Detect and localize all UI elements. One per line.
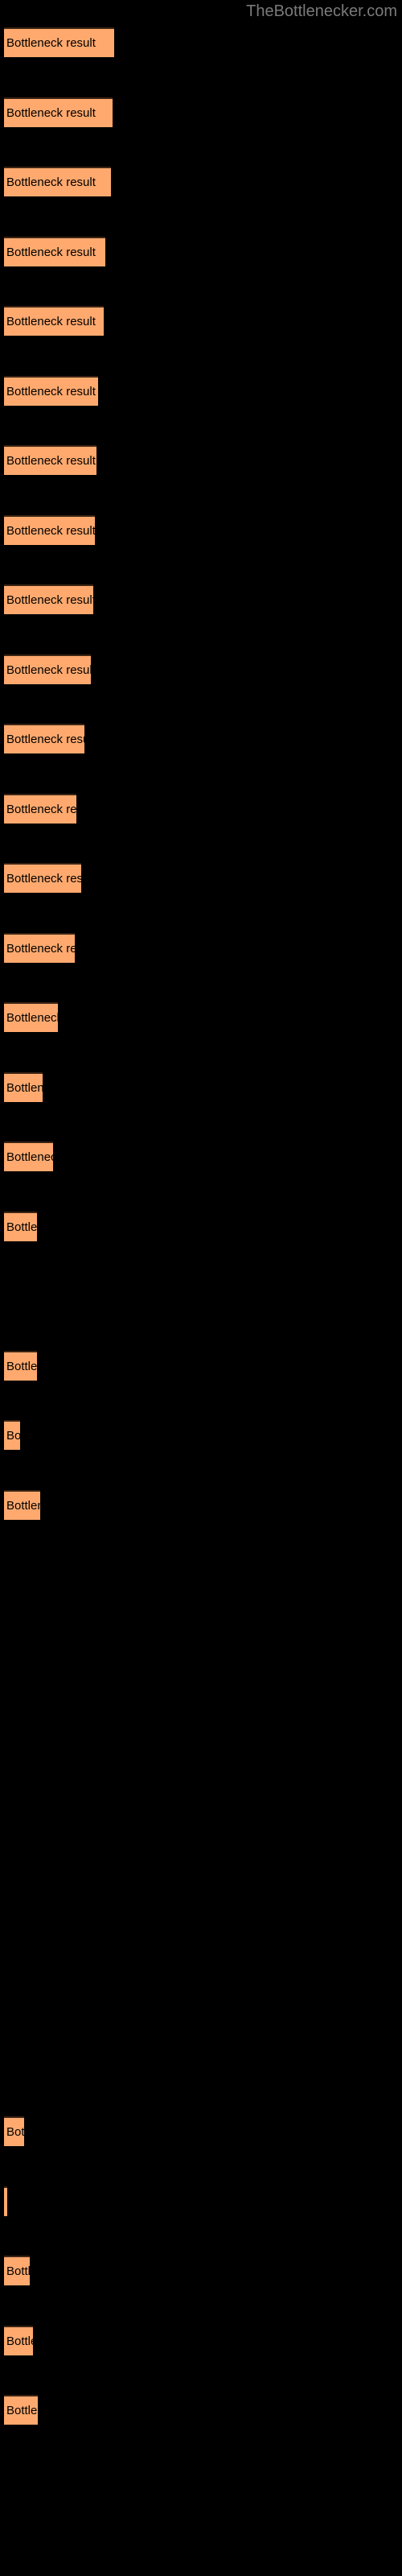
bar: Bottleneck result bbox=[4, 375, 98, 406]
bar-row bbox=[0, 1764, 402, 1798]
bar-row: Bottleneck result bbox=[0, 719, 402, 753]
bar-row: Bottleneck result bbox=[0, 2182, 402, 2216]
bar-row: Bottleneck result bbox=[0, 2251, 402, 2285]
bar-row: Bottleneck result bbox=[0, 1415, 402, 1450]
bar-label: Bottleneck result bbox=[6, 1498, 40, 1513]
bar-label: Bottleneck result bbox=[6, 663, 91, 677]
bar-label: Bottleneck result bbox=[6, 2125, 24, 2139]
bar-row bbox=[0, 1833, 402, 1868]
bar: Bottleneck result bbox=[4, 236, 105, 266]
bar-label: Bottleneck result bbox=[6, 36, 96, 50]
bar-row: Bottleneck result bbox=[0, 858, 402, 893]
bar: Bottleneck result bbox=[4, 793, 76, 824]
bar-label: Bottleneck result bbox=[6, 454, 96, 468]
bar-row: Bottleneck result bbox=[0, 1067, 402, 1102]
bar: Bottleneck result bbox=[4, 2325, 33, 2355]
bar: Bottleneck result bbox=[4, 2395, 38, 2425]
bar-label: Bottleneck result bbox=[6, 802, 76, 816]
page-title: TheBottlenecker.com bbox=[246, 2, 397, 20]
bar-label: Bottleneck result bbox=[6, 384, 96, 398]
bar-label: Bottleneck result bbox=[6, 315, 96, 328]
bar-row: Bottleneck result bbox=[0, 2112, 402, 2146]
bar-label: Bottleneck result bbox=[6, 523, 95, 538]
bar-row: Bottleneck result bbox=[0, 301, 402, 336]
bar-label: Bottleneck result bbox=[6, 245, 96, 259]
bottleneck-bar-chart: Bottleneck result Bottleneck result Bottle… bbox=[0, 23, 402, 2576]
bar: Bottleneck result bbox=[4, 167, 111, 196]
bar-row bbox=[0, 1276, 402, 1311]
bar-label: Bottleneck result bbox=[6, 105, 96, 120]
bar-label: Bottleneck result bbox=[6, 872, 81, 886]
bar: Bottleneck result bbox=[4, 2186, 7, 2216]
bar-row bbox=[0, 2042, 402, 2077]
bar-label: Bottleneck result bbox=[6, 175, 96, 189]
bar: Bottleneck result bbox=[4, 932, 75, 963]
bar-row: Bottleneck result bbox=[0, 2321, 402, 2355]
bar: Bottleneck result bbox=[4, 445, 96, 475]
bar-row: Bottleneck result bbox=[0, 789, 402, 824]
bar-label: Bottleneck result bbox=[6, 1359, 37, 1373]
bar-row bbox=[0, 1972, 402, 2007]
bar-row: Bottleneck result bbox=[0, 580, 402, 614]
bar-row: Bottleneck result bbox=[0, 1485, 402, 1520]
bar: Bottleneck result bbox=[4, 1489, 40, 1520]
bar: Bottleneck result bbox=[4, 724, 84, 753]
bar: Bottleneck result bbox=[4, 2256, 30, 2285]
bar-row bbox=[0, 1624, 402, 1659]
bar-label: Bottleneck result bbox=[6, 2188, 7, 2216]
bar: Bottleneck result bbox=[4, 306, 104, 336]
bar-row: Bottleneck result bbox=[0, 440, 402, 475]
bar: Bottleneck result bbox=[4, 1350, 37, 1381]
bar-label: Bottleneck result bbox=[6, 2264, 30, 2278]
bar-row bbox=[0, 2460, 402, 2495]
bar: Bottleneck result bbox=[4, 863, 81, 893]
bar-label: Bottleneck result bbox=[6, 941, 75, 956]
bar-row: Bottleneck result bbox=[0, 2390, 402, 2425]
bar: Bottleneck result bbox=[4, 97, 113, 127]
bar-label: Bottleneck result bbox=[6, 1080, 43, 1095]
bar-row: Bottleneck result bbox=[0, 1346, 402, 1381]
bar-row bbox=[0, 1694, 402, 1728]
bar-row: Bottleneck result bbox=[0, 23, 402, 57]
bar: Bottleneck result bbox=[4, 1141, 53, 1171]
bar-row bbox=[0, 1554, 402, 1589]
bar: Bottleneck result bbox=[4, 27, 114, 57]
bar-label: Bottleneck result bbox=[6, 1011, 58, 1025]
bar-label: Bottleneck result bbox=[6, 1220, 37, 1234]
bar-label: Bottleneck result bbox=[6, 2334, 33, 2348]
bar: Bottleneck result bbox=[4, 1071, 43, 1102]
bar-label: Bottleneck result bbox=[6, 733, 84, 746]
bar: Bottleneck result bbox=[4, 584, 93, 614]
bar-row: Bottleneck result bbox=[0, 510, 402, 545]
bar-row: Bottleneck result bbox=[0, 1137, 402, 1171]
bar-row: Bottleneck result bbox=[0, 650, 402, 684]
bar-row: Bottleneck result bbox=[0, 928, 402, 963]
bar-row bbox=[0, 1903, 402, 1938]
bar: Bottleneck result bbox=[4, 654, 91, 684]
bar: Bottleneck result bbox=[4, 1002, 58, 1032]
bar: Bottleneck result bbox=[4, 1420, 20, 1450]
bar-label: Bottleneck result bbox=[6, 2404, 38, 2417]
bar-label: Bottleneck result bbox=[6, 1150, 53, 1164]
bar-row: Bottleneck result bbox=[0, 997, 402, 1032]
bar: Bottleneck result bbox=[4, 2116, 24, 2146]
bar-row: Bottleneck result bbox=[0, 371, 402, 406]
bar: Bottleneck result bbox=[4, 514, 95, 545]
bar-row: Bottleneck result bbox=[0, 1207, 402, 1241]
bar-label: Bottleneck result bbox=[6, 593, 93, 607]
bar-row: Bottleneck result bbox=[0, 232, 402, 266]
bar-row: Bottleneck result bbox=[0, 162, 402, 196]
bar-label: Bottleneck result bbox=[6, 1429, 20, 1443]
bar: Bottleneck result bbox=[4, 1211, 37, 1241]
bar-row: Bottleneck result bbox=[0, 93, 402, 127]
